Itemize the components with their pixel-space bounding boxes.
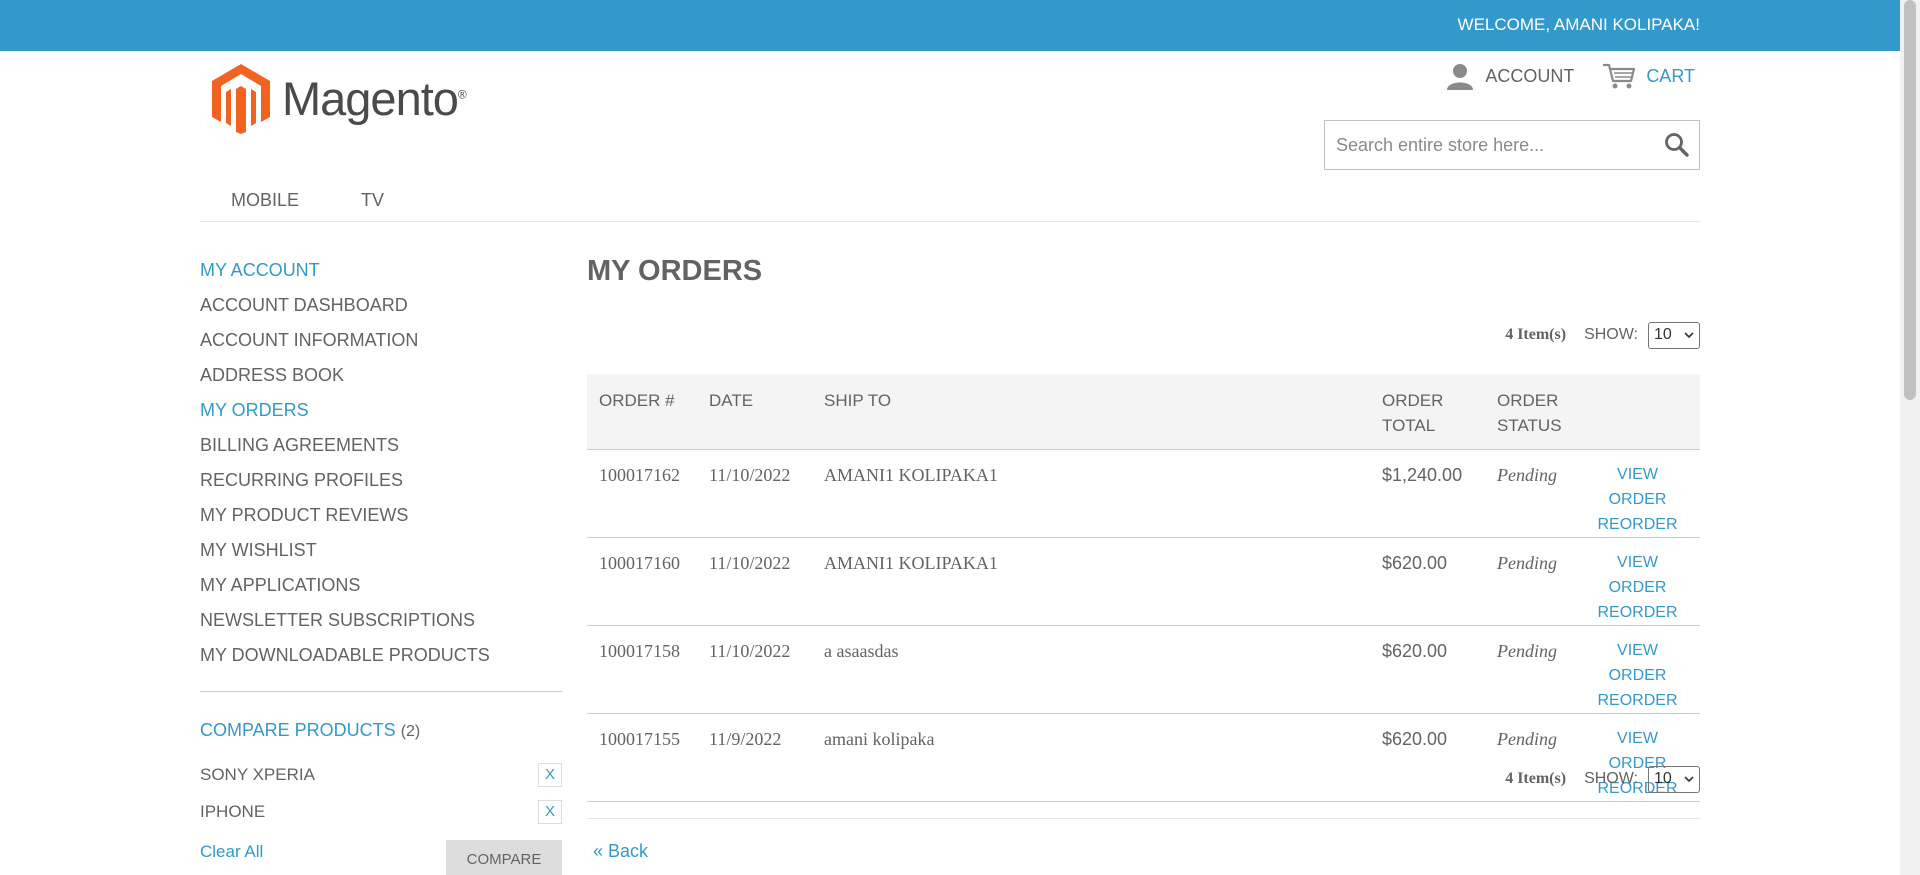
cart-icon	[1603, 63, 1636, 89]
user-icon	[1447, 64, 1474, 90]
sidebar-item-billing-agreements[interactable]: BILLING AGREEMENTS	[200, 435, 562, 470]
header-links: ACCOUNT CART	[1445, 62, 1695, 90]
order-ship-to: AMANI1 KOLIPAKA1	[812, 537, 1370, 626]
main-nav: MOBILE TV	[200, 190, 1700, 222]
sidebar-item-address-book[interactable]: ADDRESS BOOK	[200, 365, 562, 400]
nav-item-mobile[interactable]: MOBILE	[200, 190, 330, 221]
page-scrollbar[interactable]	[1900, 0, 1920, 875]
column-header: ORDER #	[587, 374, 697, 450]
order-ship-to: AMANI1 KOLIPAKA1	[812, 449, 1370, 538]
top-bar: WELCOME, AMANI KOLIPAKA!	[0, 0, 1900, 51]
search-input[interactable]	[1325, 121, 1655, 169]
pager-top: 4 Item(s) SHOW: 10	[587, 320, 1700, 350]
order-actions: VIEW ORDER REORDER	[1575, 449, 1700, 538]
compare-products-block: COMPARE PRODUCTS (2) SONY XPERIA X IPHON…	[200, 720, 562, 875]
order-number: 100017162	[587, 449, 697, 538]
reorder-link[interactable]: REORDER	[1587, 600, 1688, 625]
compare-button[interactable]: COMPARE	[446, 840, 562, 875]
order-actions: VIEW ORDER REORDER	[1575, 537, 1700, 626]
sidebar-item-wishlist[interactable]: MY WISHLIST	[200, 540, 562, 575]
chevron-down-icon	[1684, 775, 1694, 782]
account-link[interactable]: ACCOUNT	[1445, 62, 1574, 90]
search-icon	[1665, 133, 1689, 157]
view-order-link[interactable]: VIEW ORDER	[1587, 638, 1688, 688]
order-total: $1,240.00	[1370, 449, 1485, 538]
compare-item: SONY XPERIA X	[200, 756, 562, 793]
sidebar-item-applications[interactable]: MY APPLICATIONS	[200, 575, 562, 610]
order-date: 11/10/2022	[697, 537, 812, 626]
sidebar-item-recurring-profiles[interactable]: RECURRING PROFILES	[200, 470, 562, 505]
back-link[interactable]: « Back	[593, 841, 648, 862]
sidebar-divider	[200, 691, 562, 692]
scrollbar-thumb[interactable]	[1904, 0, 1916, 400]
order-status: Pending	[1485, 449, 1575, 538]
column-header: ORDER TOTAL	[1370, 374, 1485, 450]
sidebar-item-downloadable-products[interactable]: MY DOWNLOADABLE PRODUCTS	[200, 645, 562, 680]
compare-count: (2)	[400, 723, 421, 740]
logo-text: Magento®	[282, 71, 467, 125]
orders-table: ORDER # DATE SHIP TO ORDER TOTAL ORDER S…	[587, 374, 1700, 802]
order-number: 100017158	[587, 625, 697, 714]
order-actions: VIEW ORDER REORDER	[1575, 625, 1700, 714]
order-status: Pending	[1485, 625, 1575, 714]
show-label: SHOW:	[1584, 326, 1638, 343]
magento-logo-icon	[212, 64, 270, 134]
page-title: MY ORDERS	[587, 255, 763, 287]
item-count: 4 Item(s)	[1505, 770, 1567, 787]
sidebar-title: MY ACCOUNT	[200, 260, 320, 280]
reorder-link[interactable]: REORDER	[1587, 688, 1688, 713]
column-header: SHIP TO	[812, 374, 1370, 450]
compare-item-name[interactable]: SONY XPERIA	[200, 765, 315, 785]
order-number: 100017160	[587, 537, 697, 626]
cart-link[interactable]: CART	[1602, 62, 1695, 90]
account-label: ACCOUNT	[1485, 65, 1575, 86]
sidebar-item-product-reviews[interactable]: MY PRODUCT REVIEWS	[200, 505, 562, 540]
cart-label: CART	[1646, 65, 1695, 86]
sidebar-item-account-dashboard[interactable]: ACCOUNT DASHBOARD	[200, 295, 562, 330]
sidebar-item-newsletter[interactable]: NEWSLETTER SUBSCRIPTIONS	[200, 610, 562, 645]
order-ship-to: a asaasdas	[812, 625, 1370, 714]
compare-item-name[interactable]: IPHONE	[200, 802, 265, 822]
remove-compare-button[interactable]: X	[538, 799, 562, 824]
sidebar-menu: ACCOUNT DASHBOARD ACCOUNT INFORMATION AD…	[200, 295, 562, 680]
table-row: 100017160 11/10/2022 AMANI1 KOLIPAKA1 $6…	[587, 537, 1700, 626]
sidebar-item-my-orders[interactable]: MY ORDERS	[200, 400, 562, 435]
search-box	[1324, 120, 1700, 170]
order-date: 11/10/2022	[697, 449, 812, 538]
item-count: 4 Item(s)	[1505, 326, 1567, 343]
limiter-select[interactable]: 10	[1648, 321, 1700, 349]
column-header: DATE	[697, 374, 812, 450]
account-sidebar: MY ACCOUNT ACCOUNT DASHBOARD ACCOUNT INF…	[200, 260, 562, 692]
main-content: MY ORDERS	[587, 255, 1700, 288]
table-header-row: ORDER # DATE SHIP TO ORDER TOTAL ORDER S…	[587, 374, 1700, 450]
footer-divider	[587, 818, 1700, 819]
order-total: $620.00	[1370, 625, 1485, 714]
column-header-actions	[1575, 374, 1700, 450]
search-button[interactable]	[1655, 121, 1699, 169]
reorder-link[interactable]: REORDER	[1587, 512, 1688, 537]
limiter-select[interactable]: 10	[1648, 765, 1700, 793]
view-order-link[interactable]: VIEW ORDER	[1587, 550, 1688, 600]
compare-item: IPHONE X	[200, 793, 562, 830]
order-status: Pending	[1485, 537, 1575, 626]
compare-actions: Clear All COMPARE	[200, 840, 562, 875]
compare-title: COMPARE PRODUCTS (2)	[200, 720, 421, 740]
order-total: $620.00	[1370, 537, 1485, 626]
clear-all-link[interactable]: Clear All	[200, 842, 263, 862]
pager-bottom: 4 Item(s) SHOW: 10	[587, 764, 1700, 794]
order-date: 11/10/2022	[697, 625, 812, 714]
welcome-message: WELCOME, AMANI KOLIPAKA!	[1457, 15, 1700, 34]
nav-item-tv[interactable]: TV	[330, 190, 415, 221]
sidebar-item-account-information[interactable]: ACCOUNT INFORMATION	[200, 330, 562, 365]
logo[interactable]: Magento®	[210, 62, 467, 134]
show-label: SHOW:	[1584, 770, 1638, 787]
chevron-down-icon	[1684, 331, 1694, 338]
table-row: 100017158 11/10/2022 a asaasdas $620.00 …	[587, 625, 1700, 714]
view-order-link[interactable]: VIEW ORDER	[1587, 462, 1688, 512]
column-header: ORDER STATUS	[1485, 374, 1575, 450]
remove-compare-button[interactable]: X	[538, 762, 562, 787]
table-row: 100017162 11/10/2022 AMANI1 KOLIPAKA1 $1…	[587, 449, 1700, 538]
